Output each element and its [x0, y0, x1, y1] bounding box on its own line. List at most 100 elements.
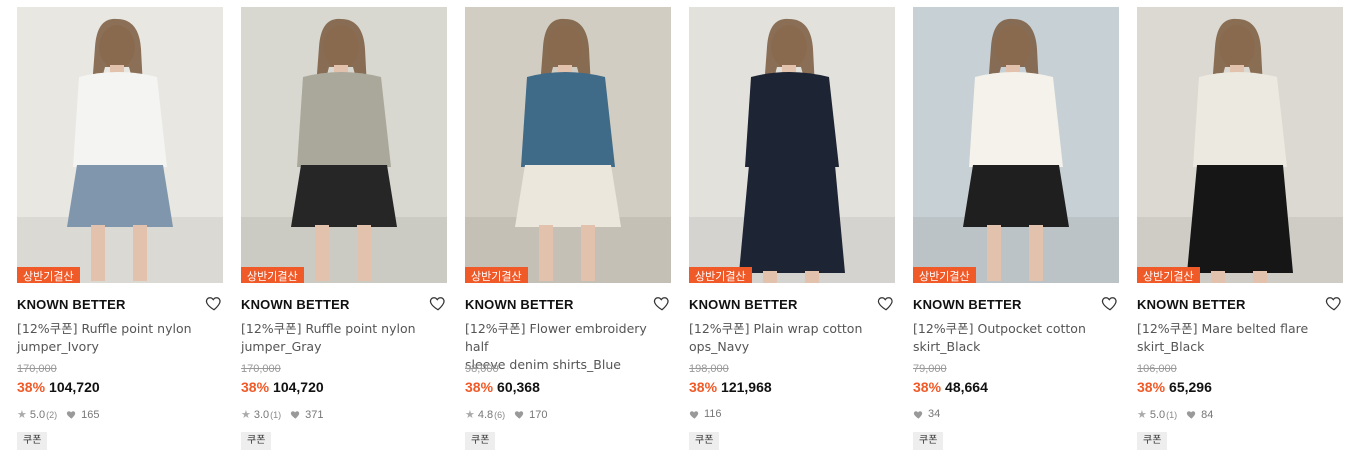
product-stats: ★ 4.8 (6) 170 [465, 408, 548, 422]
product-name[interactable]: [12%쿠폰] Mare belted flare skirt_Black [1137, 320, 1337, 356]
product-image[interactable]: 상반기결산 [17, 7, 223, 283]
product-image[interactable]: 상반기결산 [1137, 7, 1343, 283]
likes: 84 [1186, 409, 1213, 421]
price-line: 38% 48,664 [913, 379, 988, 395]
product-image[interactable]: 상반기결산 [465, 7, 671, 283]
garment-bottom [515, 165, 621, 227]
sale-badge: 상반기결산 [913, 267, 976, 283]
brand-name[interactable]: KNOWN BETTER [913, 297, 1022, 312]
heart-outline-icon[interactable] [653, 294, 671, 312]
like-count: 165 [81, 408, 100, 421]
original-price: 106,000 [1137, 363, 1177, 375]
product-name-line1: [12%쿠폰] Plain wrap cotton [689, 321, 863, 336]
product-card[interactable]: 상반기결산 KNOWN BETTER [12%쿠폰] Plain wrap co… [689, 7, 895, 459]
product-name-line2: skirt_Black [913, 339, 981, 354]
discount-rate: 38% [1137, 379, 1166, 395]
product-name-line2: jumper_Gray [241, 339, 322, 354]
likes: 371 [290, 408, 324, 421]
star-icon: ★ [465, 409, 475, 421]
product-name-line1: [12%쿠폰] Outpocket cotton [913, 321, 1086, 336]
product-name-line2: ops_Navy [689, 339, 750, 354]
rating-value: 3.0 [253, 408, 270, 421]
heart-outline-icon[interactable] [429, 294, 447, 312]
brand-name[interactable]: KNOWN BETTER [689, 297, 798, 312]
likes: 116 [689, 408, 722, 420]
sale-price: 60,368 [497, 379, 540, 395]
product-name[interactable]: [12%쿠폰] Ruffle point nylon jumper_Ivory [17, 320, 217, 356]
heart-filled-icon [1187, 411, 1196, 419]
sale-badge: 상반기결산 [689, 267, 752, 283]
likes: 170 [514, 408, 548, 421]
brand-name[interactable]: KNOWN BETTER [1137, 297, 1246, 312]
brand-name[interactable]: KNOWN BETTER [17, 297, 126, 312]
product-name[interactable]: [12%쿠폰] Plain wrap cotton ops_Navy [689, 320, 889, 356]
garment-top [1193, 72, 1287, 167]
product-card[interactable]: 상반기결산 KNOWN BETTER [12%쿠폰] Ruffle point … [17, 7, 223, 459]
product-card[interactable]: 상반기결산 KNOWN BETTER [12%쿠폰] Flower embroi… [465, 7, 671, 459]
product-stats: ★ 3.0 (1) 371 [241, 408, 324, 422]
garment-top [297, 72, 391, 167]
likes: 165 [66, 408, 100, 421]
price-line: 38% 104,720 [17, 379, 100, 395]
rating-value: 5.0 [1149, 408, 1166, 421]
garment-bottom [963, 165, 1069, 227]
product-card[interactable]: 상반기결산 KNOWN BETTER [12%쿠폰] Mare belted f… [1137, 7, 1343, 459]
likes: 34 [913, 408, 940, 420]
price-line: 38% 60,368 [465, 379, 540, 395]
product-image[interactable]: 상반기결산 [689, 7, 895, 283]
product-grid: 상반기결산 KNOWN BETTER [12%쿠폰] Ruffle point … [0, 0, 1346, 459]
heart-filled-icon [291, 411, 300, 419]
sale-price: 104,720 [273, 379, 324, 395]
product-image[interactable]: 상반기결산 [241, 7, 447, 283]
product-card[interactable]: 상반기결산 KNOWN BETTER [12%쿠폰] Outpocket cot… [913, 7, 1119, 459]
coupon-tag: 쿠폰 [689, 432, 720, 450]
product-image[interactable]: 상반기결산 [913, 7, 1119, 283]
product-name-line1: [12%쿠폰] Ruffle point nylon [17, 321, 192, 336]
star-icon: ★ [17, 409, 27, 421]
discount-rate: 38% [241, 379, 270, 395]
product-stats: 34 [913, 408, 940, 420]
garment-top [969, 72, 1063, 167]
like-count: 116 [704, 408, 722, 420]
heart-filled-icon [689, 410, 699, 419]
product-stats: ★ 5.0 (1) 84 [1137, 408, 1213, 422]
heart-outline-icon[interactable] [877, 294, 895, 312]
product-name-line1: [12%쿠폰] Flower embroidery half [465, 321, 647, 354]
product-name[interactable]: [12%쿠폰] Ruffle point nylon jumper_Gray [241, 320, 441, 356]
sale-price: 104,720 [49, 379, 100, 395]
coupon-tag: 쿠폰 [17, 432, 48, 450]
discount-rate: 38% [689, 379, 718, 395]
rating-value: 5.0 [29, 408, 46, 421]
price-line: 38% 104,720 [241, 379, 324, 395]
garment-bottom [291, 165, 397, 227]
price-line: 38% 121,968 [689, 379, 772, 395]
like-count: 34 [928, 408, 941, 420]
garment-bottom [1187, 165, 1293, 273]
like-count: 170 [529, 408, 548, 421]
sale-badge: 상반기결산 [1137, 267, 1200, 283]
product-name-line1: [12%쿠폰] Ruffle point nylon [241, 321, 416, 336]
brand-name[interactable]: KNOWN BETTER [241, 297, 350, 312]
review-count: (1) [1166, 409, 1178, 420]
sale-price: 48,664 [945, 379, 988, 395]
heart-outline-icon[interactable] [1101, 294, 1119, 312]
product-name[interactable]: [12%쿠폰] Outpocket cotton skirt_Black [913, 320, 1113, 356]
product-name-line1: [12%쿠폰] Mare belted flare [1137, 321, 1309, 336]
product-stats: 116 [689, 408, 722, 420]
original-price: 198,000 [689, 363, 729, 375]
garment-top [73, 72, 167, 167]
product-card[interactable]: 상반기결산 KNOWN BETTER [12%쿠폰] Ruffle point … [241, 7, 447, 459]
garment-top [745, 72, 839, 167]
sale-badge: 상반기결산 [241, 267, 304, 283]
heart-filled-icon [515, 411, 524, 419]
garment-bottom [67, 165, 173, 227]
like-count: 84 [1201, 408, 1214, 421]
heart-outline-icon[interactable] [1325, 294, 1343, 312]
heart-filled-icon [913, 410, 923, 419]
heart-outline-icon[interactable] [205, 294, 223, 312]
brand-name[interactable]: KNOWN BETTER [465, 297, 574, 312]
discount-rate: 38% [913, 379, 942, 395]
review-count: (2) [46, 409, 58, 420]
like-count: 371 [305, 408, 324, 421]
garment-bottom [739, 165, 845, 273]
